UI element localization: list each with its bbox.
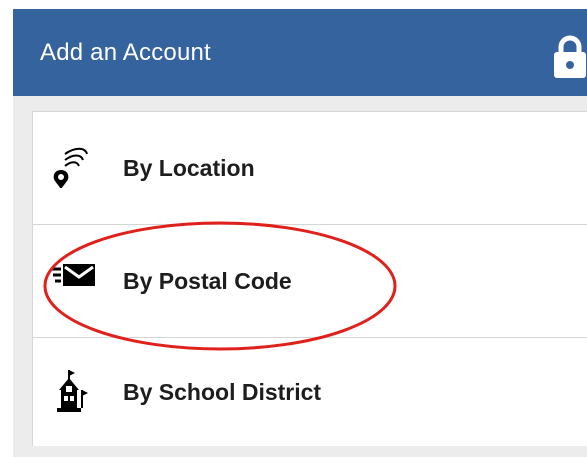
option-label: By Postal Code: [123, 267, 292, 294]
option-label: By School District: [123, 378, 322, 405]
app-header: Add an Account: [13, 9, 587, 96]
menu-area: By Location By Postal Code By School Dis…: [13, 96, 587, 457]
page-title: Add an Account: [40, 39, 211, 66]
by-location-option[interactable]: By Location: [33, 112, 587, 225]
location-signal-icon: [51, 144, 91, 189]
schoolhouse-icon: [51, 370, 91, 412]
by-school-district-option[interactable]: By School District: [33, 338, 587, 446]
option-label: By Location: [123, 154, 255, 181]
lock-icon[interactable]: [552, 35, 587, 79]
add-account-screen: Add an Account By Location By Postal Cod…: [0, 0, 587, 457]
envelope-icon: [51, 257, 95, 297]
account-method-list: By Location By Postal Code By School Dis…: [32, 111, 587, 446]
by-postal-code-option[interactable]: By Postal Code: [33, 225, 587, 338]
